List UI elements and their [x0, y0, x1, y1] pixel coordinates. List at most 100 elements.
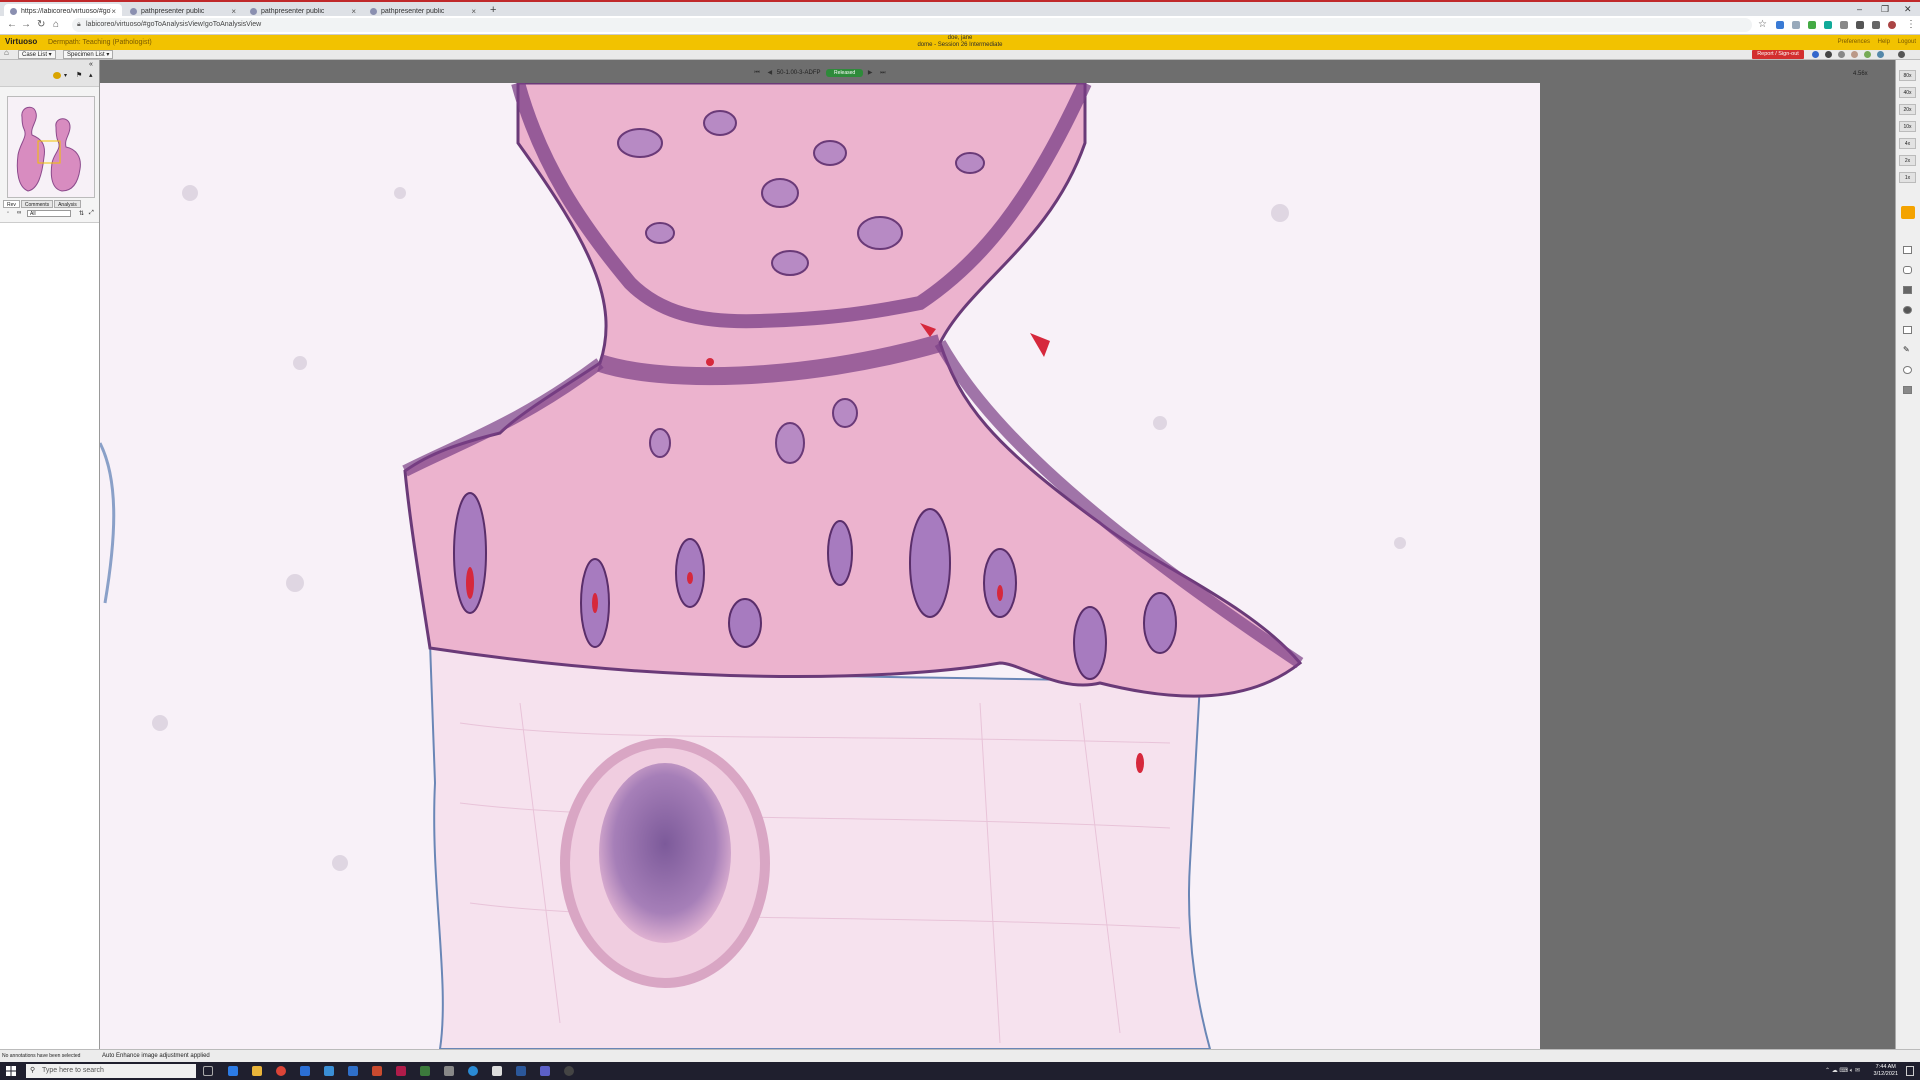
reload-icon[interactable]: ↻	[37, 19, 45, 30]
extension-icon[interactable]	[1840, 21, 1848, 29]
taskbar-clock[interactable]: 7:44 AM 3/12/2021	[1874, 1064, 1898, 1078]
ellipse-tool-icon[interactable]	[1903, 366, 1912, 374]
filter-icon[interactable]: ◦	[7, 210, 9, 216]
share-icon[interactable]	[1851, 51, 1858, 58]
thumbnail-tissue-image	[16, 106, 81, 192]
help-link[interactable]: Help	[1878, 39, 1890, 45]
extension-icon[interactable]	[1792, 21, 1800, 29]
grid-icon[interactable]	[1877, 51, 1884, 58]
extension-icon[interactable]	[1856, 21, 1864, 29]
last-slide-icon[interactable]: ⏭	[880, 70, 885, 76]
info-icon[interactable]	[1812, 51, 1819, 58]
word-icon[interactable]	[516, 1066, 526, 1076]
extension-icon[interactable]	[1808, 21, 1816, 29]
measure-tool-icon[interactable]	[1903, 286, 1912, 294]
zoom-10x-button[interactable]: 10x	[1899, 121, 1916, 132]
app-icon[interactable]	[324, 1066, 334, 1076]
preferences-link[interactable]: Preferences	[1838, 39, 1870, 45]
bookmark-star-icon[interactable]: ☆	[1758, 19, 1767, 30]
collapse-panel-icon[interactable]: «	[89, 61, 93, 68]
zoom-80x-button[interactable]: 80x	[1899, 70, 1916, 81]
flag-icon[interactable]: ⚑	[76, 71, 82, 79]
settings-icon[interactable]	[1838, 51, 1845, 58]
first-slide-icon[interactable]: ⏮	[754, 70, 759, 76]
favicon-icon	[370, 7, 377, 15]
app-icon[interactable]	[564, 1066, 574, 1076]
rectangle-tool-icon[interactable]	[1903, 246, 1912, 254]
zoom-40x-button[interactable]: 40x	[1899, 87, 1916, 98]
back-icon[interactable]: ←	[7, 19, 17, 30]
close-icon[interactable]: ×	[471, 7, 476, 16]
expand-icon[interactable]: ⤢	[89, 210, 94, 217]
zoom-20x-button[interactable]: 20x	[1899, 104, 1916, 115]
tab-rev[interactable]: Rev	[3, 200, 20, 208]
app-icon[interactable]	[444, 1066, 454, 1076]
slide-thumbnail[interactable]	[7, 96, 95, 198]
filter-select[interactable]: All	[27, 210, 71, 217]
case-list-menu[interactable]: Case List ▾	[18, 50, 56, 59]
app-icon[interactable]	[492, 1066, 502, 1076]
chevron-down-icon[interactable]: ▾	[64, 72, 67, 79]
maximize-button[interactable]: ❐	[1881, 4, 1889, 15]
app-icon[interactable]	[396, 1066, 406, 1076]
home-icon[interactable]: ⌂	[53, 19, 59, 30]
specimen-list-menu[interactable]: Specimen List ▾	[63, 50, 114, 59]
system-tray-icons[interactable]: ⌃ ☁ ⌨ 🔈︎ ✉	[1825, 1067, 1860, 1075]
layout-icon[interactable]	[1864, 51, 1871, 58]
pointer-tool-icon[interactable]	[1903, 306, 1912, 314]
freehand-tool-icon[interactable]	[1903, 266, 1912, 274]
gallery-icon[interactable]	[53, 72, 61, 79]
close-icon[interactable]: ×	[351, 7, 356, 16]
close-icon[interactable]: ×	[111, 7, 116, 16]
ruler-tool-icon[interactable]	[1903, 326, 1912, 334]
notifications-icon[interactable]	[1906, 1066, 1914, 1076]
menu-kebab-icon[interactable]: ⋮	[1906, 19, 1916, 30]
sort-icon[interactable]: ⇅	[79, 210, 84, 217]
app-icon[interactable]	[372, 1066, 382, 1076]
forward-icon[interactable]: →	[21, 19, 31, 30]
teams-icon[interactable]	[540, 1066, 550, 1076]
camera-icon[interactable]	[1825, 51, 1832, 58]
link-icon[interactable]: ∞	[17, 210, 21, 216]
tab-title: pathpresenter public	[381, 7, 445, 15]
outlook-icon[interactable]	[300, 1066, 310, 1076]
slide-viewer[interactable]: ⏮ ◀ 50-1.00-3-ADFP Released ▶ ⏭ 4.56x	[100, 60, 1895, 1060]
new-tab-button[interactable]: +	[490, 4, 496, 16]
windows-start-icon[interactable]	[6, 1066, 16, 1076]
previous-slide-icon[interactable]: ◀	[768, 70, 773, 76]
home-icon[interactable]: ⌂	[4, 48, 9, 57]
pen-tool-icon[interactable]: ✎	[1903, 346, 1912, 354]
window-close-button[interactable]: ✕	[1904, 4, 1912, 15]
tab-analysis[interactable]: Analysis	[54, 200, 81, 208]
extension-icon[interactable]	[1824, 21, 1832, 29]
tab-title: pathpresenter public	[261, 7, 325, 15]
app-icon[interactable]	[348, 1066, 358, 1076]
report-signout-button[interactable]: Report / Sign-out	[1752, 50, 1804, 59]
puzzle-icon[interactable]	[1872, 21, 1880, 29]
logout-link[interactable]: Logout	[1898, 39, 1916, 45]
taskbar-search-input[interactable]: ⚲ Type here to search	[26, 1064, 196, 1078]
edge-icon[interactable]	[228, 1066, 238, 1076]
task-view-icon[interactable]	[203, 1066, 213, 1076]
favicon-icon	[130, 7, 137, 15]
next-slide-icon[interactable]: ▶	[868, 70, 873, 76]
tab-comments[interactable]: Comments	[20, 200, 54, 208]
layers-tool-icon[interactable]	[1903, 386, 1912, 394]
zoom-2x-button[interactable]: 2x	[1899, 155, 1916, 166]
extension-icon[interactable]	[1776, 21, 1784, 29]
chrome-icon[interactable]	[276, 1066, 286, 1076]
file-explorer-icon[interactable]	[252, 1066, 262, 1076]
address-bar[interactable]: 🔒︎ labicoreo/virtuoso/#goToAnalysisView!…	[72, 18, 1752, 32]
close-icon[interactable]: ×	[231, 7, 236, 16]
zoom-4x-button[interactable]: 4x	[1899, 138, 1916, 149]
zoom-1x-button[interactable]: 1x	[1899, 172, 1916, 183]
user-session-info: doe, jane dome - Session 26 Intermediate	[0, 35, 1920, 49]
search-icon[interactable]	[1898, 51, 1905, 58]
profile-avatar-icon[interactable]	[1888, 21, 1896, 29]
skype-icon[interactable]	[468, 1066, 478, 1076]
pan-tool-icon[interactable]	[1901, 206, 1915, 219]
minimize-button[interactable]: –	[1857, 4, 1862, 14]
app-icon[interactable]	[420, 1066, 430, 1076]
chevron-up-icon[interactable]: ▴	[89, 71, 93, 79]
slide-image[interactable]	[100, 80, 1540, 1050]
